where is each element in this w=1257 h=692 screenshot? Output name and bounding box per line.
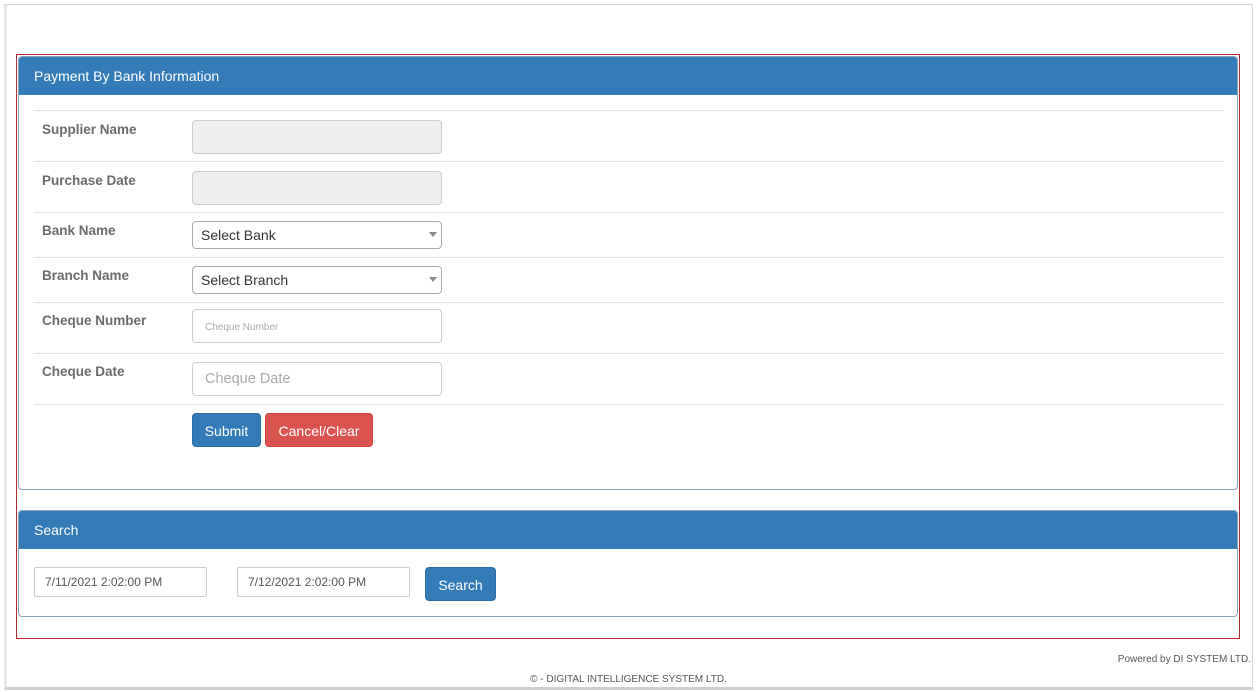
- form-row-bank-name: Bank Name Select Bank: [34, 212, 1223, 257]
- form-row-supplier-name: Supplier Name: [34, 110, 1223, 161]
- cancel-clear-button[interactable]: Cancel/Clear: [265, 413, 373, 447]
- submit-button[interactable]: Submit: [192, 413, 261, 447]
- bank-select[interactable]: Select Bank: [192, 221, 442, 249]
- chevron-down-icon: [429, 232, 437, 237]
- search-panel: Search 7/11/2021 2:02:00 PM 7/12/2021 2:…: [18, 510, 1238, 617]
- search-button[interactable]: Search: [425, 567, 496, 601]
- chevron-down-icon: [429, 277, 437, 282]
- cheque-number-placeholder: Cheque Number: [205, 322, 279, 333]
- cheque-number-input[interactable]: Cheque Number: [192, 309, 442, 343]
- to-date-input[interactable]: 7/12/2021 2:02:00 PM: [237, 567, 410, 597]
- payment-by-bank-panel: Payment By Bank Information Supplier Nam…: [18, 56, 1238, 490]
- purchase-date-field: [192, 171, 442, 205]
- supplier-name-field: [192, 120, 442, 154]
- panel-title: Payment By Bank Information: [19, 57, 1237, 95]
- from-date-input[interactable]: 7/11/2021 2:02:00 PM: [34, 567, 207, 597]
- cheque-date-placeholder: Cheque Date: [205, 371, 291, 387]
- form-row-cheque-date: Cheque Date Cheque Date: [34, 353, 1223, 404]
- bank-name-label: Bank Name: [42, 223, 116, 238]
- cheque-date-input[interactable]: Cheque Date: [192, 362, 442, 396]
- cheque-number-label: Cheque Number: [42, 313, 147, 328]
- branch-select[interactable]: Select Branch: [192, 266, 442, 294]
- form-row-cheque-number: Cheque Number Cheque Number: [34, 302, 1223, 353]
- form-row-actions: Submit Cancel/Clear: [34, 404, 1223, 464]
- purchase-date-label: Purchase Date: [42, 173, 136, 188]
- powered-by-text: Powered by DI SYSTEM LTD.: [1117, 654, 1251, 665]
- branch-select-value: Select Branch: [201, 272, 289, 288]
- cheque-date-label: Cheque Date: [42, 364, 125, 379]
- form-row-branch-name: Branch Name Select Branch: [34, 257, 1223, 302]
- copyright-text: © - DIGITAL INTELLIGENCE SYSTEM LTD.: [530, 674, 727, 685]
- bank-select-value: Select Bank: [201, 227, 276, 243]
- branch-name-label: Branch Name: [42, 268, 130, 283]
- form-row-purchase-date: Purchase Date: [34, 161, 1223, 212]
- supplier-name-label: Supplier Name: [42, 122, 137, 137]
- search-panel-title: Search: [19, 511, 1237, 549]
